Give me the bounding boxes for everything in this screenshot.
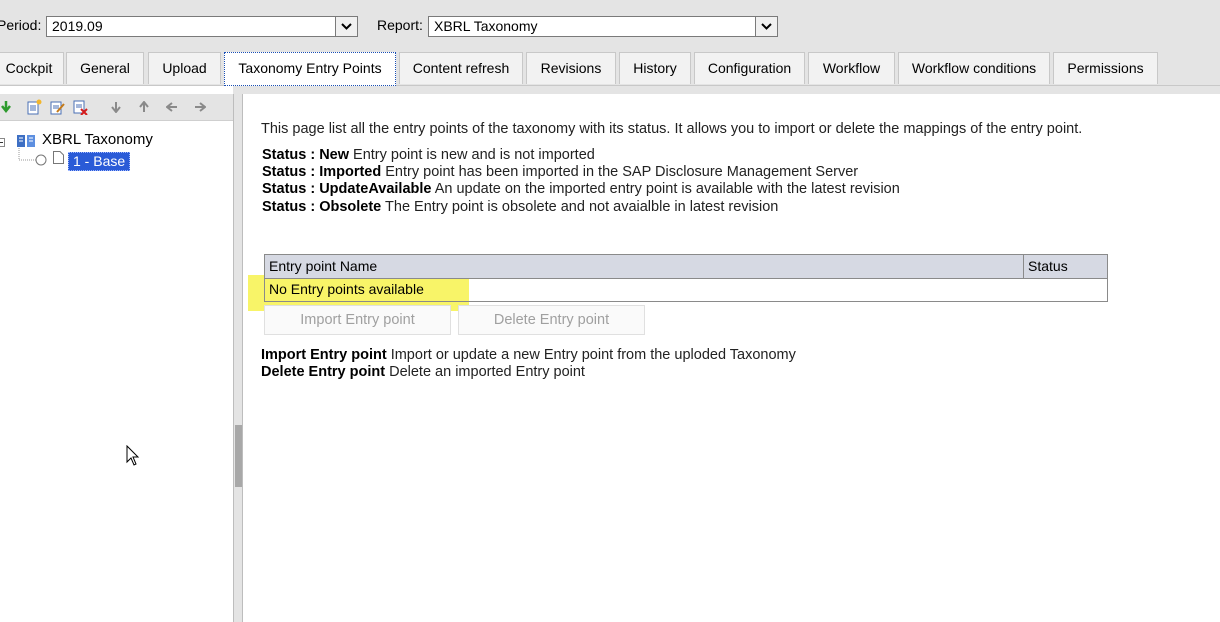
tab-workflow[interactable]: Workflow <box>808 52 895 84</box>
period-value: 2019.09 <box>52 18 103 34</box>
period-label: Period: <box>0 17 42 33</box>
tab-configuration[interactable]: Configuration <box>694 52 805 84</box>
status-obsolete: Status : Obsolete The Entry point is obs… <box>262 199 779 215</box>
mouse-cursor-icon <box>126 445 140 466</box>
tab-content-refresh[interactable]: Content refresh <box>399 52 523 84</box>
report-value: XBRL Taxonomy <box>434 18 538 34</box>
help-delete: Delete Entry point Delete an imported En… <box>261 364 585 380</box>
edit-document-icon[interactable] <box>48 98 66 116</box>
period-select[interactable]: 2019.09 <box>46 16 358 37</box>
tree-expander-icon[interactable] <box>0 135 6 151</box>
tab-strip: Cockpit General Upload Taxonomy Entry Po… <box>0 52 1220 86</box>
tab-taxonomy-entry-points[interactable]: Taxonomy Entry Points <box>224 52 396 86</box>
column-header-entry-point-name[interactable]: Entry point Name <box>269 258 377 274</box>
status-imported: Status : Imported Entry point has been i… <box>262 164 859 180</box>
move-right-icon[interactable] <box>191 98 209 116</box>
move-up-icon[interactable] <box>135 98 153 116</box>
delete-entry-point-button[interactable]: Delete Entry point <box>458 305 645 335</box>
status-new: Status : New Entry point is new and is n… <box>262 147 595 163</box>
tab-history[interactable]: History <box>619 52 691 84</box>
tree-toolbar <box>0 94 233 121</box>
grid-header: Entry point Name Status <box>265 255 1107 279</box>
tab-permissions[interactable]: Permissions <box>1053 52 1158 84</box>
tab-upload[interactable]: Upload <box>148 52 221 84</box>
tab-revisions[interactable]: Revisions <box>526 52 616 84</box>
tab-cockpit[interactable]: Cockpit <box>0 52 64 84</box>
move-left-icon[interactable] <box>163 98 181 116</box>
page-description: This page list all the entry points of t… <box>261 121 1083 137</box>
help-import: Import Entry point Import or update a ne… <box>261 347 796 363</box>
chevron-down-icon[interactable] <box>335 17 357 36</box>
report-select[interactable]: XBRL Taxonomy <box>428 16 778 37</box>
tab-general[interactable]: General <box>66 52 144 84</box>
scrollbar-thumb[interactable] <box>235 425 242 487</box>
tab-workflow-conditions[interactable]: Workflow conditions <box>898 52 1050 84</box>
panel-splitter[interactable] <box>233 94 243 622</box>
move-down-icon[interactable] <box>107 98 125 116</box>
column-header-status[interactable]: Status <box>1023 255 1107 278</box>
document-icon <box>53 151 64 167</box>
new-document-icon[interactable] <box>25 98 43 116</box>
chevron-down-icon[interactable] <box>755 17 777 36</box>
status-update-available: Status : UpdateAvailable An update on th… <box>262 181 900 197</box>
import-entry-point-button[interactable]: Import Entry point <box>264 305 451 335</box>
tree-node-base[interactable]: 1 - Base <box>68 152 131 171</box>
tree-node-xbrl-taxonomy[interactable]: XBRL Taxonomy <box>42 131 153 148</box>
download-icon[interactable] <box>0 98 15 116</box>
delete-document-icon[interactable] <box>71 98 89 116</box>
grid-empty-message: No Entry points available <box>269 281 424 297</box>
report-label: Report: <box>377 17 423 33</box>
radio-icon[interactable] <box>35 153 47 169</box>
